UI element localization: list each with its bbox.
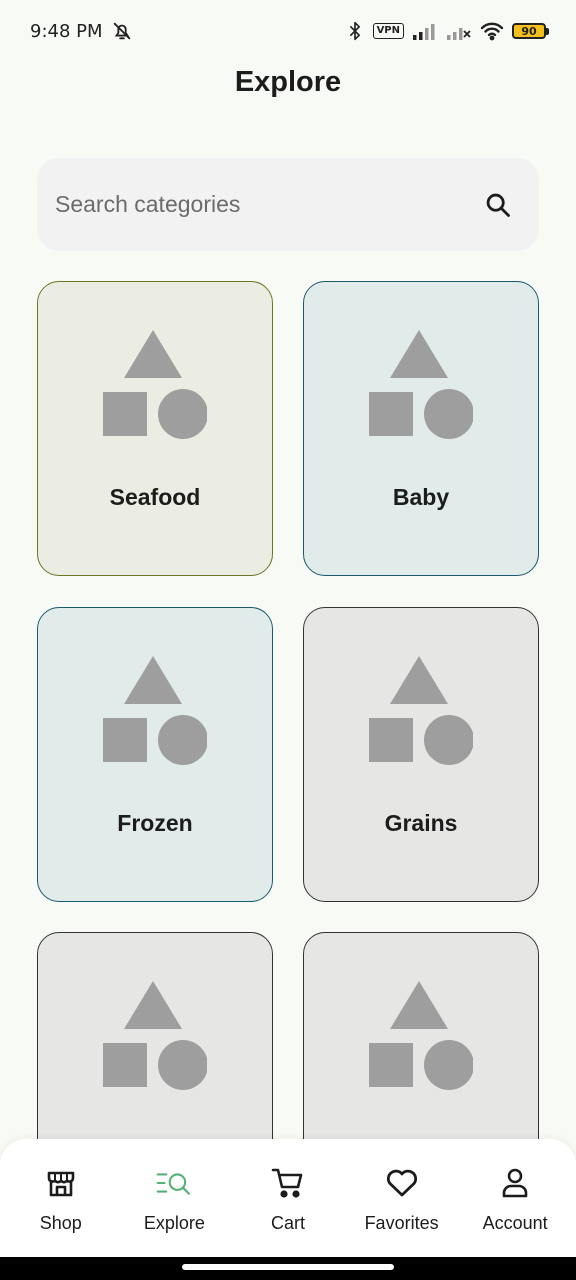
category-placeholder-image <box>103 656 207 765</box>
status-left: 9:48 PM <box>30 20 133 42</box>
notifications-off-icon <box>111 20 133 42</box>
category-card-frozen[interactable]: Frozen <box>37 607 273 902</box>
category-label: Frozen <box>117 810 193 836</box>
category-placeholder-image <box>369 330 473 439</box>
nav-label: Explore <box>143 1213 205 1233</box>
bottom-nav: Shop Explore Cart Favorites Account <box>0 1139 576 1257</box>
account-icon <box>497 1165 533 1201</box>
search-bar[interactable] <box>37 158 539 251</box>
status-bar: 9:48 PM VPN 90 <box>0 0 576 62</box>
nav-item-favorites[interactable]: Favorites <box>345 1139 459 1234</box>
shop-icon <box>43 1165 79 1201</box>
status-time: 9:48 PM <box>30 20 103 42</box>
category-label: Seafood <box>109 484 201 510</box>
nav-label: Account <box>482 1213 548 1233</box>
vpn-icon: VPN <box>372 23 404 39</box>
category-card-grains[interactable]: Grains <box>303 607 539 902</box>
nav-item-cart[interactable]: Cart <box>231 1139 345 1234</box>
nav-label: Cart <box>270 1213 305 1233</box>
category-card[interactable] <box>303 932 539 1141</box>
nav-label: Shop <box>39 1213 82 1233</box>
search-input[interactable] <box>55 191 483 218</box>
wifi-icon <box>480 21 504 41</box>
cart-icon <box>270 1165 306 1201</box>
category-placeholder-image <box>103 330 207 439</box>
signal-icon <box>412 22 438 40</box>
nav-item-account[interactable]: Account <box>458 1139 572 1234</box>
category-label: Grains <box>384 810 458 836</box>
category-grid: Seafood Baby Frozen Grains <box>37 281 539 1141</box>
explore-icon <box>156 1165 192 1201</box>
category-card-seafood[interactable]: Seafood <box>37 281 273 576</box>
category-placeholder-image <box>369 656 473 765</box>
nav-item-explore[interactable]: Explore <box>118 1139 232 1234</box>
nav-item-shop[interactable]: Shop <box>4 1139 118 1234</box>
search-icon[interactable] <box>483 190 513 220</box>
category-card-baby[interactable]: Baby <box>303 281 539 576</box>
category-placeholder-image <box>369 981 473 1090</box>
system-navigation-bar <box>0 1257 576 1280</box>
category-placeholder-image <box>103 981 207 1090</box>
gesture-handle[interactable] <box>182 1264 394 1270</box>
signal-no-service-icon <box>446 22 472 40</box>
status-right: VPN 90 <box>345 20 549 42</box>
category-card[interactable] <box>37 932 273 1141</box>
page-title: Explore <box>234 66 342 98</box>
bluetooth-icon <box>345 20 365 42</box>
battery-icon: 90 <box>512 23 549 39</box>
heart-icon <box>384 1165 420 1201</box>
category-label: Baby <box>392 484 450 510</box>
nav-label: Favorites <box>364 1213 439 1233</box>
